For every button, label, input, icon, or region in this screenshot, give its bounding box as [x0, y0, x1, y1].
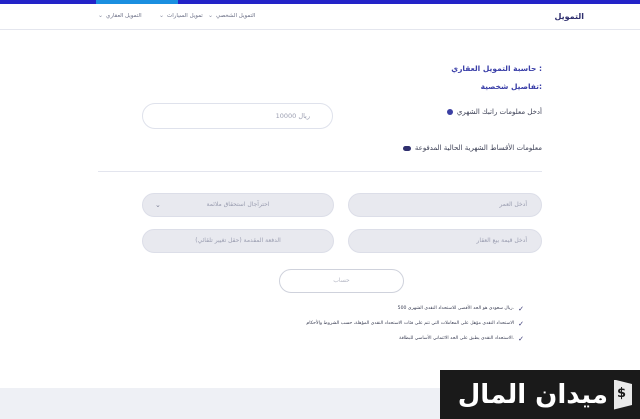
info-icon[interactable]: [446, 109, 453, 115]
salary-question-label: أدخل معلومات راتبك الشهري: [456, 108, 542, 116]
term-select-value: احترآجال استحقاق ملائمة: [206, 201, 270, 208]
nav-item-real-estate[interactable]: ⌄ التمويل العقاري: [98, 12, 142, 19]
note-text: الاستحداد النقدي مؤهل على المعاملات التي…: [306, 321, 515, 326]
property-value-input[interactable]: أدخل قيمة بيع العقار: [348, 229, 542, 253]
nav-item-label: التمويل العقاري: [106, 12, 142, 19]
section-divider: [98, 171, 542, 172]
section-subtitle: تفاصيل شخصية:: [480, 82, 542, 91]
chevron-down-icon: ⌄: [159, 12, 165, 19]
list-item: الاستحداد النقدي يطبق على الحد الائتماني…: [184, 335, 524, 343]
installments-question: معلومات الأقساط الشهرية الحالية المدفوعة: [402, 144, 542, 152]
salary-question: أدخل معلومات راتبك الشهري: [446, 108, 542, 116]
watermark-logo: ميدان المال $: [440, 370, 640, 419]
nav-brand[interactable]: التمويل: [554, 12, 584, 21]
page-title: حاسبة التمويل العقاري :: [451, 64, 542, 73]
toggle-icon[interactable]: [402, 145, 411, 151]
term-select[interactable]: ⌄ احترآجال استحقاق ملائمة: [142, 193, 334, 217]
nav-item-label: تمويل السيارات: [167, 12, 203, 19]
nav-item-cars[interactable]: ⌄ تمويل السيارات: [159, 12, 203, 19]
calculate-button[interactable]: حساب: [279, 269, 404, 293]
nav-item-personal[interactable]: ⌄ التمويل الشخصي: [208, 12, 255, 19]
check-icon: ✓: [518, 320, 524, 328]
note-text: 500 ريال سعودي هو الحد الأقصى للاستحداد …: [397, 306, 515, 311]
down-payment-input[interactable]: الدفعة المقدمة (حقل تغيير تلقائي): [142, 229, 334, 253]
chevron-down-icon: ⌄: [208, 12, 214, 19]
list-item: الاستحداد النقدي مؤهل على المعاملات التي…: [184, 320, 524, 328]
notes-list: 500 ريال سعودي هو الحد الأقصى للاستحداد …: [184, 306, 524, 351]
check-icon: ✓: [518, 335, 524, 343]
age-input[interactable]: أدخل العمر: [348, 193, 542, 217]
top-navbar: التمويل ⌄ التمويل العقاري ⌄ تمويل السيار…: [0, 4, 640, 30]
list-item: 500 ريال سعودي هو الحد الأقصى للاستحداد …: [184, 305, 524, 313]
nav-item-label: التمويل الشخصي: [216, 12, 256, 19]
note-text: الاستحداد النقدي يطبق على الحد الائتماني…: [399, 336, 515, 341]
logo-mark-icon: $: [614, 379, 632, 410]
check-icon: ✓: [518, 305, 524, 313]
chevron-down-icon: ⌄: [98, 12, 104, 19]
chevron-down-icon: ⌄: [155, 201, 161, 209]
salary-input[interactable]: ريال 10000: [142, 103, 333, 129]
installments-question-label: معلومات الأقساط الشهرية الحالية المدفوعة: [414, 144, 542, 152]
logo-text: ميدان المال: [457, 379, 608, 410]
